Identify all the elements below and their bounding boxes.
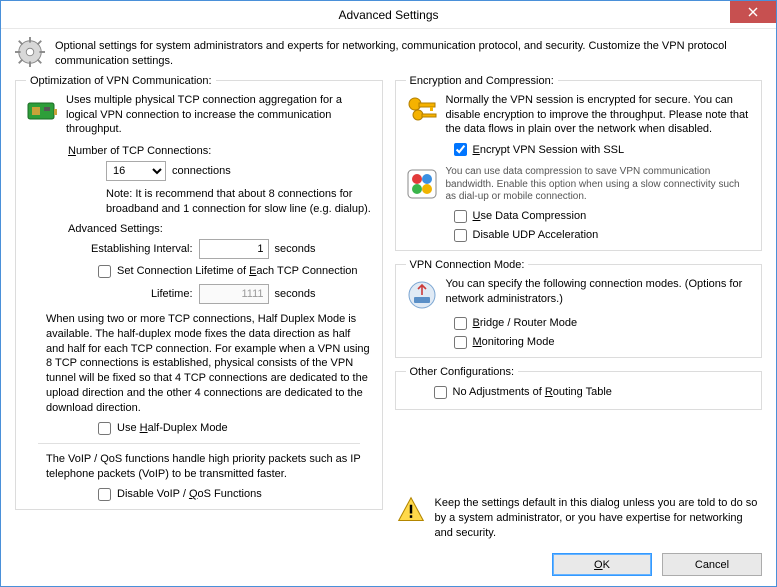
other-config-legend: Other Configurations: xyxy=(406,366,519,378)
intro-text: Optional settings for system administrat… xyxy=(55,37,762,69)
keys-icon xyxy=(406,95,438,127)
nic-icon xyxy=(26,95,58,127)
connections-suffix: connections xyxy=(172,165,231,177)
compression-icon xyxy=(406,168,438,200)
connections-note: Note: It is recommend that about 8 conne… xyxy=(106,187,372,217)
advanced-settings-label: Advanced Settings: xyxy=(68,223,372,235)
dialog-buttons: OK Cancel xyxy=(395,553,763,576)
close-icon xyxy=(748,7,758,17)
encrypt-ssl-checkbox[interactable]: Encrypt VPN Session with SSL xyxy=(454,143,752,156)
encryption-group: Encryption and Compression: Normally the… xyxy=(395,75,763,251)
establishing-interval-suffix: seconds xyxy=(275,243,316,255)
separator xyxy=(38,443,360,444)
warning-icon xyxy=(397,496,425,524)
optimization-desc: Uses multiple physical TCP connection ag… xyxy=(66,93,372,138)
optimization-legend: Optimization of VPN Communication: xyxy=(26,75,216,87)
warning-row: Keep the settings default in this dialog… xyxy=(397,496,761,541)
cancel-button[interactable]: Cancel xyxy=(662,553,762,576)
compression-desc: You can use data compression to save VPN… xyxy=(446,166,752,204)
intro-row: Optional settings for system administrat… xyxy=(15,37,762,69)
encryption-desc: Normally the VPN session is encrypted fo… xyxy=(446,93,752,138)
other-config-group: Other Configurations: No Adjustments of … xyxy=(395,366,763,410)
num-connections-label: Number of TCP Connections: xyxy=(68,145,372,157)
connection-mode-group: VPN Connection Mode: You can specify the… xyxy=(395,259,763,358)
lifetime-label: Lifetime: xyxy=(151,288,193,300)
use-compression-checkbox[interactable]: Use Data Compression xyxy=(454,210,752,223)
connection-mode-desc: You can specify the following connection… xyxy=(446,277,752,307)
router-icon xyxy=(406,279,438,311)
bridge-mode-checkbox[interactable]: Bridge / Router Mode xyxy=(454,317,752,330)
establishing-interval-input[interactable] xyxy=(199,239,269,259)
titlebar: Advanced Settings xyxy=(1,1,776,29)
connection-mode-legend: VPN Connection Mode: xyxy=(406,259,529,271)
num-connections-select[interactable]: 16 xyxy=(106,161,166,181)
encryption-legend: Encryption and Compression: xyxy=(406,75,558,87)
voip-desc: The VoIP / QoS functions handle high pri… xyxy=(46,452,372,482)
half-duplex-desc: When using two or more TCP connections, … xyxy=(46,312,372,416)
disable-udp-checkbox[interactable]: Disable UDP Acceleration xyxy=(454,229,752,242)
half-duplex-checkbox[interactable]: Use Half-Duplex Mode xyxy=(98,422,372,435)
warning-text: Keep the settings default in this dialog… xyxy=(435,496,761,541)
no-routing-adjust-checkbox[interactable]: No Adjustments of Routing Table xyxy=(434,386,752,399)
window-title: Advanced Settings xyxy=(338,8,438,22)
disable-voip-checkbox[interactable]: Disable VoIP / QoS Functions xyxy=(98,488,372,501)
advanced-settings-dialog: Advanced Settings Optional settings for … xyxy=(0,0,777,587)
gear-icon xyxy=(15,37,45,67)
set-lifetime-checkbox[interactable]: Set Connection Lifetime of Each TCP Conn… xyxy=(98,265,372,278)
lifetime-suffix: seconds xyxy=(275,288,316,300)
monitoring-mode-checkbox[interactable]: Monitoring Mode xyxy=(454,336,752,349)
ok-button[interactable]: OK xyxy=(552,553,652,576)
lifetime-input[interactable] xyxy=(199,284,269,304)
establishing-interval-label: Establishing Interval: xyxy=(91,243,193,255)
optimization-group: Optimization of VPN Communication: Uses … xyxy=(15,75,383,510)
close-button[interactable] xyxy=(730,1,776,23)
